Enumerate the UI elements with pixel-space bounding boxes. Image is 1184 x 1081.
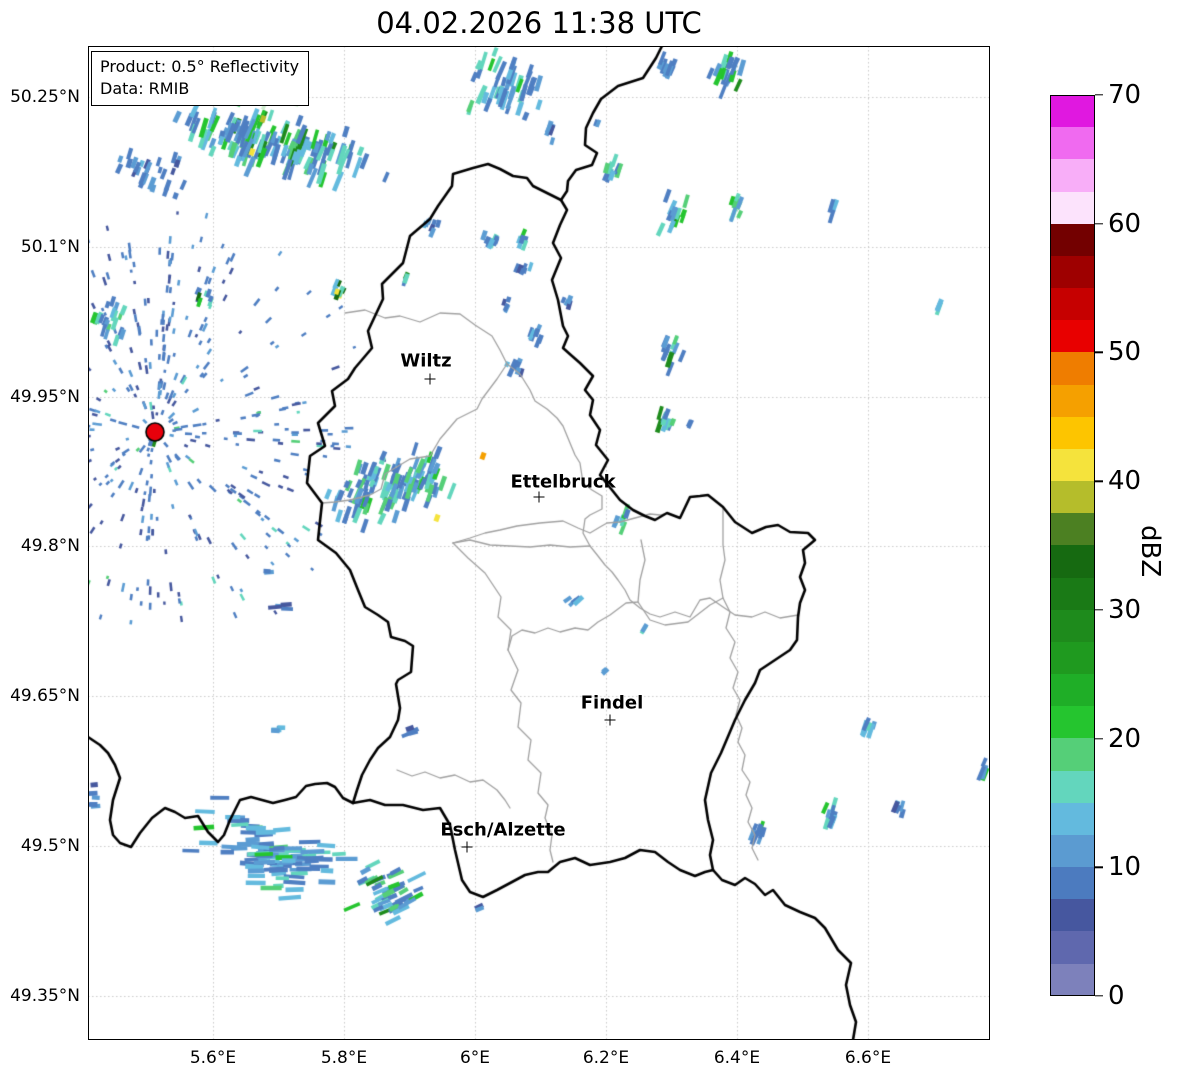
y-tick-label: 49.5°N (20, 836, 80, 857)
colorbar-tick-mark (1095, 995, 1103, 997)
y-tick-label: 49.95°N (10, 386, 80, 407)
x-tick-label: 5.6°E (189, 1048, 237, 1068)
city-marker-icon (461, 841, 473, 853)
colorbar-tick-mark (1095, 737, 1103, 740)
colorbar-tick-label: 20 (1108, 723, 1142, 754)
colorbar-tick-label: 70 (1108, 80, 1142, 110)
colorbar-tick-mark (1095, 609, 1103, 611)
x-tick-label: 5.8°E (320, 1048, 368, 1068)
info-box: Product: 0.5° Reflectivity Data: RMIB (91, 51, 310, 106)
x-tick-label: 6.2°E (582, 1048, 630, 1068)
radar-map-canvas (88, 46, 990, 1040)
colorbar-tick-mark (1095, 351, 1103, 354)
y-tick-label: 49.35°N (10, 986, 80, 1007)
colorbar-tick-label: 10 (1108, 852, 1142, 883)
info-product-line: Product: 0.5° Reflectivity (100, 57, 300, 76)
city-label: Esch/Alzette (440, 819, 566, 841)
y-tick-label: 49.65°N (10, 686, 80, 707)
y-tick-label: 50.25°N (10, 86, 80, 107)
city-label: Ettelbruck (510, 471, 616, 493)
y-tick-label: 49.8°N (20, 536, 80, 557)
info-data-line: Data: RMIB (100, 79, 190, 98)
colorbar-tick-label: 30 (1108, 594, 1142, 625)
colorbar-tick-mark (1095, 94, 1103, 96)
colorbar-tick-label: 50 (1108, 337, 1142, 368)
city-marker-icon (604, 714, 616, 726)
radar-figure: 04.02.2026 11:38 UTC Product: 0.5° Refle… (0, 0, 1184, 1081)
colorbar-tick-label: 60 (1108, 208, 1142, 239)
colorbar-tick-mark (1095, 223, 1103, 225)
city-label: Findel (580, 692, 644, 714)
city-marker-icon (424, 373, 436, 385)
colorbar-tick-mark (1095, 866, 1103, 868)
colorbar-tick-label: 40 (1108, 466, 1142, 497)
colorbar-tick-label: 0 (1108, 981, 1125, 1011)
colorbar-axis-label: dBZ (1135, 525, 1165, 578)
x-tick-label: 6.4°E (713, 1048, 761, 1068)
colorbar-tick-mark (1095, 480, 1103, 482)
y-tick-label: 50.1°N (20, 236, 80, 257)
city-label: Wiltz (400, 350, 452, 372)
city-marker-icon (533, 491, 545, 503)
x-tick-label: 6°E (459, 1048, 490, 1068)
colorbar-frame (1050, 95, 1095, 996)
x-tick-label: 6.6°E (844, 1048, 892, 1068)
plot-title: 04.02.2026 11:38 UTC (376, 6, 702, 40)
